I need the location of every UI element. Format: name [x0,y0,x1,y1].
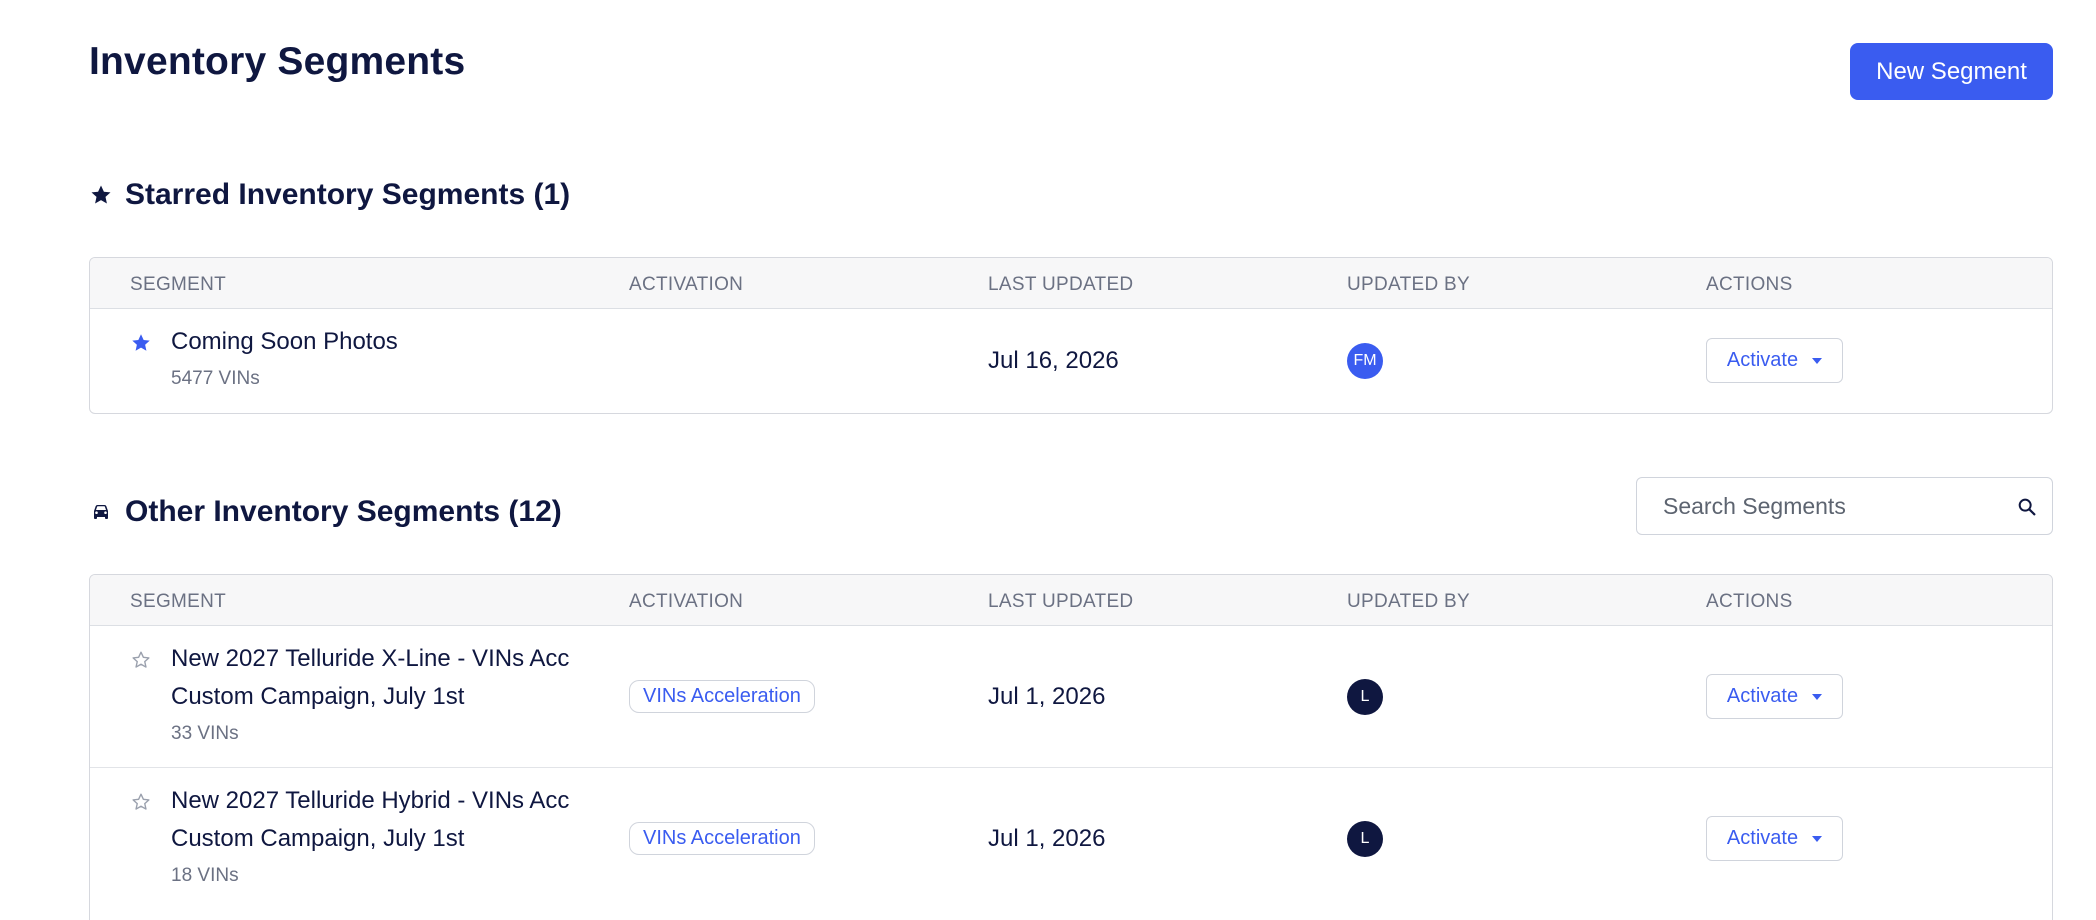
search-icon[interactable] [2016,496,2038,518]
segment-name-line1[interactable]: New 2027 Telluride X-Line - VINs Acc [171,640,611,678]
avatar: FM [1347,343,1383,379]
column-header-last-updated: LAST UPDATED [988,274,1134,295]
last-updated-date: Jul 16, 2026 [988,347,1119,374]
new-segment-button[interactable]: New Segment [1850,43,2053,100]
starred-segments-table: SEGMENT ACTIVATION LAST UPDATED UPDATED … [89,257,2053,414]
starred-section-title: Starred Inventory Segments (1) [89,178,570,212]
activate-dropdown-button[interactable]: Activate [1706,338,1843,383]
star-outline-icon[interactable] [130,649,152,671]
table-header: SEGMENT ACTIVATION LAST UPDATED UPDATED … [90,575,2052,626]
chevron-down-icon [1812,835,1823,842]
page-title: Inventory Segments [89,40,466,83]
table-row[interactable]: Coming Soon Photos 5477 VINs Jul 16, 202… [90,309,2052,413]
column-header-activation: ACTIVATION [629,274,744,295]
avatar: L [1347,679,1383,715]
segment-vin-count: 5477 VINs [171,368,260,389]
other-segments-table: SEGMENT ACTIVATION LAST UPDATED UPDATED … [89,574,2053,920]
star-filled-icon[interactable] [130,332,152,354]
other-section-label: Other Inventory Segments (12) [125,495,562,528]
column-header-actions: ACTIONS [1706,591,1793,612]
table-row[interactable]: New 2027 Telluride X-Line - VINs Acc Cus… [90,626,2052,768]
segment-name-line1[interactable]: New 2027 Telluride Hybrid - VINs Acc [171,782,611,820]
chevron-down-icon [1812,357,1823,364]
last-updated-date: Jul 1, 2026 [988,825,1106,852]
column-header-segment: SEGMENT [130,274,227,295]
activate-dropdown-button[interactable]: Activate [1706,674,1843,719]
activate-label: Activate [1726,827,1799,849]
segment-vin-count: 33 VINs [171,723,239,744]
activate-label: Activate [1726,349,1799,371]
last-updated-date: Jul 1, 2026 [988,683,1106,710]
star-outline-icon[interactable] [130,791,152,813]
activate-label: Activate [1726,685,1799,707]
avatar: L [1347,821,1383,857]
chevron-down-icon [1812,693,1823,700]
car-icon [89,500,113,524]
column-header-updated-by: UPDATED BY [1347,591,1471,612]
column-header-last-updated: LAST UPDATED [988,591,1134,612]
star-filled-icon [89,183,113,207]
search-segments-field[interactable] [1636,477,2053,535]
activation-badge: VINs Acceleration [629,822,815,855]
other-section-title: Other Inventory Segments (12) [89,495,562,529]
segment-vin-count: 18 VINs [171,865,239,886]
column-header-updated-by: UPDATED BY [1347,274,1471,295]
column-header-actions: ACTIONS [1706,274,1793,295]
starred-section-label: Starred Inventory Segments (1) [125,178,571,211]
table-header: SEGMENT ACTIVATION LAST UPDATED UPDATED … [90,258,2052,309]
table-row[interactable]: New 2027 Telluride Hybrid - VINs Acc Cus… [90,768,2052,910]
column-header-activation: ACTIVATION [629,591,744,612]
segment-name-line2[interactable]: Custom Campaign, July 1st [171,678,611,716]
search-input[interactable] [1663,492,2003,520]
segment-name-line2[interactable]: Custom Campaign, July 1st [171,820,611,858]
column-header-segment: SEGMENT [130,591,227,612]
activate-dropdown-button[interactable]: Activate [1706,816,1843,861]
segment-name[interactable]: Coming Soon Photos [171,323,611,361]
activation-badge: VINs Acceleration [629,680,815,713]
